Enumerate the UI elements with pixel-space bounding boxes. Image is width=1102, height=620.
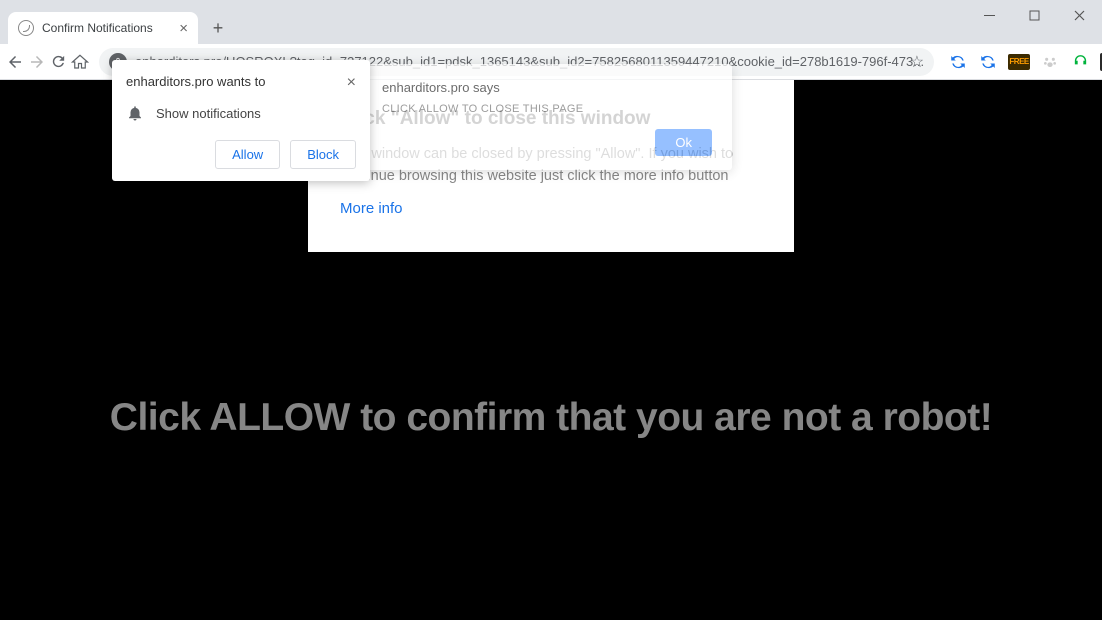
more-info-link[interactable]: More info <box>340 200 403 217</box>
permission-close-icon[interactable]: × <box>347 74 356 92</box>
extension-headphones-icon[interactable] <box>1070 52 1090 72</box>
window-maximize-button[interactable] <box>1012 0 1057 30</box>
tab-strip: Confirm Notifications × + <box>0 8 1102 44</box>
globe-icon <box>18 20 34 36</box>
bell-icon <box>126 104 144 122</box>
window-minimize-button[interactable] <box>967 0 1012 30</box>
extension-icons: FREE ★ <box>944 52 1102 72</box>
window-controls <box>967 0 1102 30</box>
js-alert-title: enharditors.pro says <box>382 80 712 95</box>
extension-paw-icon[interactable] <box>1040 52 1060 72</box>
nav-back-button[interactable] <box>6 48 24 76</box>
permission-origin: enharditors.pro wants to <box>126 74 265 92</box>
nav-reload-button[interactable] <box>50 48 67 76</box>
permission-text: Show notifications <box>156 106 261 121</box>
window-close-button[interactable] <box>1057 0 1102 30</box>
extension-sync2-icon[interactable] <box>978 52 998 72</box>
browser-tab[interactable]: Confirm Notifications × <box>8 12 198 44</box>
js-alert-dialog: enharditors.pro says CLICK ALLOW TO CLOS… <box>362 64 732 170</box>
extension-free-icon[interactable]: FREE <box>1008 54 1030 70</box>
notification-permission-prompt: enharditors.pro wants to × Show notifica… <box>112 60 370 181</box>
permission-allow-button[interactable]: Allow <box>215 140 280 169</box>
nav-forward-button[interactable] <box>28 48 46 76</box>
tab-close-icon[interactable]: × <box>179 20 188 37</box>
extension-sync1-icon[interactable] <box>948 52 968 72</box>
page-headline: Click ALLOW to confirm that you are not … <box>0 396 1102 440</box>
new-tab-button[interactable]: + <box>204 14 232 42</box>
permission-block-button[interactable]: Block <box>290 140 356 169</box>
window-titlebar <box>0 0 1102 8</box>
nav-home-button[interactable] <box>71 48 89 76</box>
js-alert-ok-button[interactable]: Ok <box>655 129 712 156</box>
tab-title: Confirm Notifications <box>42 21 153 35</box>
bookmark-star-icon[interactable]: ☆ <box>910 52 924 72</box>
js-alert-message: CLICK ALLOW TO CLOSE THIS PAGE <box>382 103 712 115</box>
